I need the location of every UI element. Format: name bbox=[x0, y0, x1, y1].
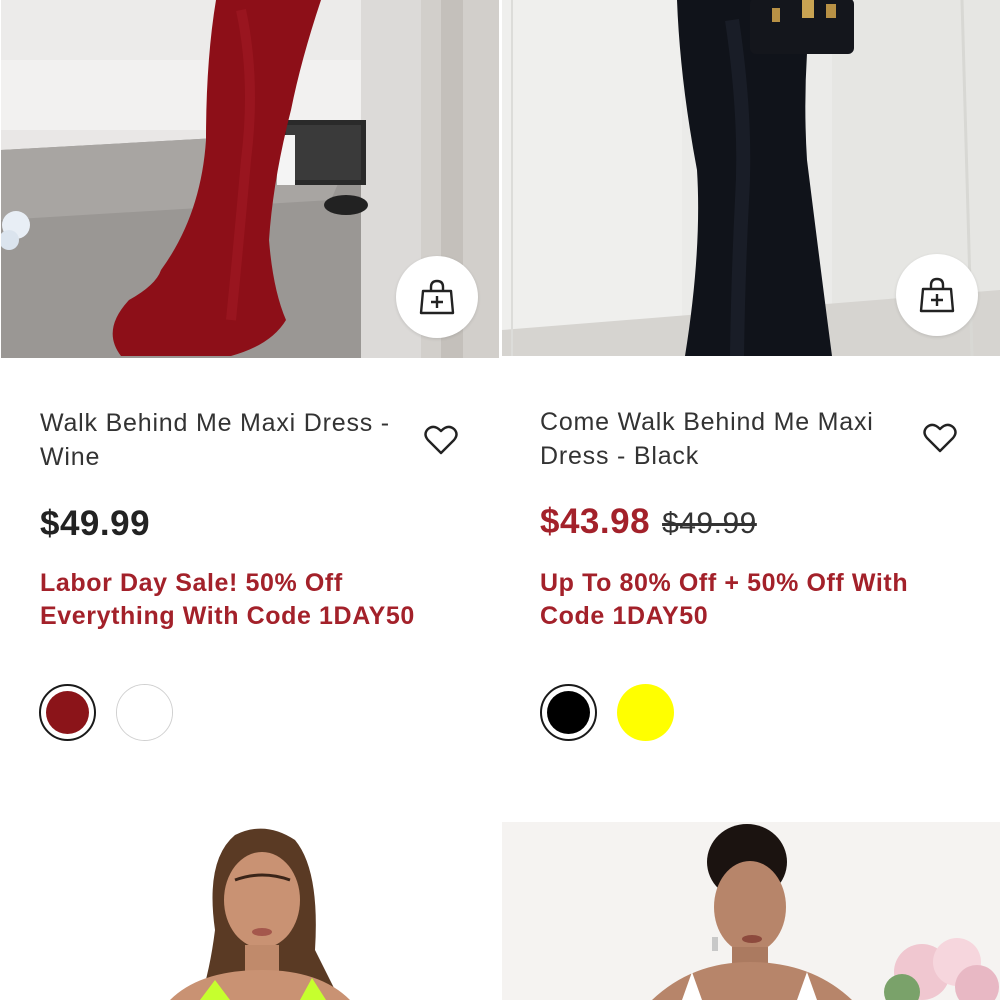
product-photo-model-green bbox=[0, 820, 500, 1000]
original-price: $49.99 bbox=[662, 507, 757, 540]
heart-outline-icon bbox=[424, 425, 458, 455]
sale-price: $43.98 bbox=[540, 502, 651, 541]
swatch-black[interactable] bbox=[540, 684, 597, 741]
price-row: $49.99 bbox=[40, 504, 150, 544]
wishlist-button[interactable] bbox=[923, 422, 957, 454]
promo-text: Up To 80% Off + 50% Off With Code 1DAY50 bbox=[540, 569, 909, 630]
product-price: $49.99 bbox=[40, 504, 151, 543]
color-swatches bbox=[540, 684, 674, 741]
swatch-color-dot bbox=[547, 691, 590, 734]
product-title[interactable]: Walk Behind Me Maxi Dress - Wine bbox=[40, 406, 400, 474]
color-swatches bbox=[39, 684, 173, 741]
swatch-color-dot bbox=[117, 685, 172, 740]
swatch-color-dot bbox=[46, 691, 89, 734]
product-photo-model-white bbox=[502, 822, 1000, 1000]
product-image[interactable] bbox=[0, 820, 500, 1000]
product-title[interactable]: Come Walk Behind Me Maxi Dress - Black bbox=[540, 405, 900, 473]
swatch-yellow[interactable] bbox=[617, 684, 674, 741]
swatch-color-dot bbox=[617, 684, 674, 741]
add-to-bag-button[interactable] bbox=[396, 256, 478, 338]
product-image[interactable] bbox=[502, 822, 1000, 1000]
price-row: $43.98 $49.99 bbox=[540, 502, 757, 542]
promo-text: Labor Day Sale! 50% Off Everything With … bbox=[40, 569, 415, 630]
swatch-white[interactable] bbox=[116, 684, 173, 741]
bag-plus-icon bbox=[419, 279, 455, 315]
swatch-wine[interactable] bbox=[39, 684, 96, 741]
add-to-bag-button[interactable] bbox=[896, 254, 978, 336]
bag-plus-icon bbox=[919, 277, 955, 313]
wishlist-button[interactable] bbox=[424, 424, 458, 456]
heart-outline-icon bbox=[923, 423, 957, 453]
